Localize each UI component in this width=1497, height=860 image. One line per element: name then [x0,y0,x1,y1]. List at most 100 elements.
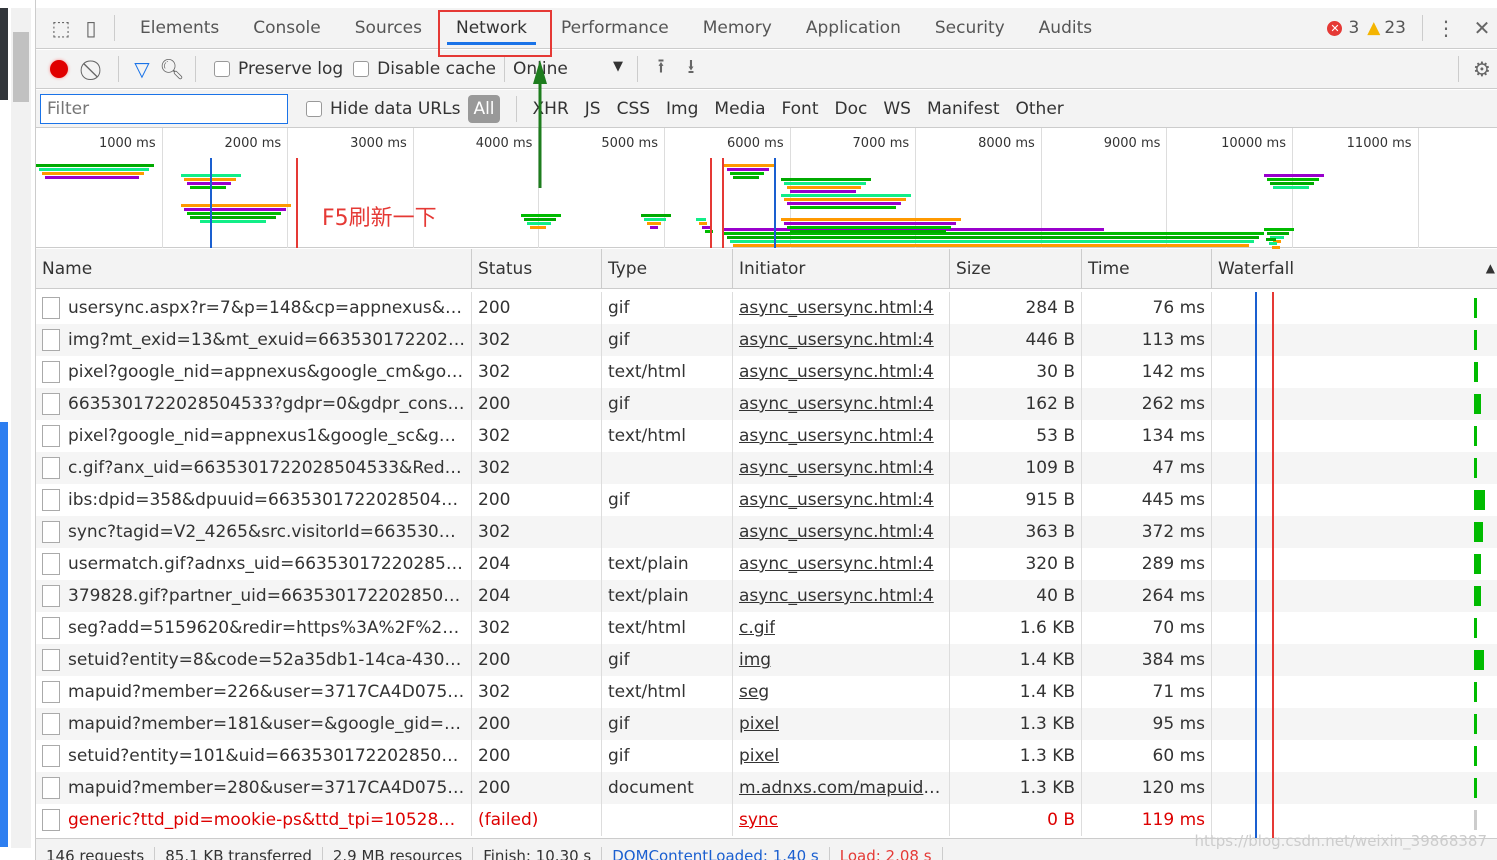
table-row[interactable]: 379828.gif?partner_uid=66353017220285045… [36,580,1497,612]
initiator-text[interactable]: async_usersync.html:4 [739,458,934,478]
cell-initiator[interactable]: async_usersync.html:4 [732,548,949,580]
close-icon[interactable]: ✕ [1467,13,1497,43]
initiator-text[interactable]: async_usersync.html:4 [739,586,934,606]
table-row[interactable]: pixel?google_nid=appnexus1&google_sc&goo… [36,420,1497,452]
tab-application[interactable]: Application [789,8,918,48]
cell-initiator[interactable]: img [732,644,949,676]
cell-initiator[interactable]: async_usersync.html:4 [732,452,949,484]
column-header-waterfall[interactable]: Waterfall [1211,249,1497,288]
filter-type-all[interactable]: All [468,94,500,123]
table-row[interactable]: setuid?entity=8&code=52a35db1-14ca-4300-… [36,644,1497,676]
inspect-element-icon[interactable]: ⬚ [46,13,76,43]
cell-initiator[interactable]: async_usersync.html:4 [732,292,949,324]
hide-data-urls-checkbox[interactable] [306,100,322,117]
filter-type-doc[interactable]: Doc [835,99,868,119]
tab-memory[interactable]: Memory [686,8,789,48]
column-header-status[interactable]: Status [471,249,601,288]
initiator-text[interactable]: async_usersync.html:4 [739,554,934,574]
tab-security[interactable]: Security [918,8,1022,48]
page-scrollbar[interactable] [11,8,31,848]
initiator-text[interactable]: async_usersync.html:4 [739,330,934,350]
initiator-text[interactable]: async_usersync.html:4 [739,426,934,446]
table-row[interactable]: ibs:dpid=358&dpuuid=6635301722028504533 2… [36,484,1497,516]
filter-input[interactable] [40,93,288,124]
initiator-text[interactable]: c.gif [739,618,775,638]
initiator-text[interactable]: async_usersync.html:4 [739,490,934,510]
preserve-log-label[interactable]: Preserve log [238,59,343,79]
initiator-text[interactable]: pixel [739,714,779,734]
error-icon[interactable]: ✕ [1327,20,1343,36]
preserve-log-checkbox[interactable] [214,61,230,77]
cell-initiator[interactable]: async_usersync.html:4 [732,580,949,612]
initiator-text[interactable]: async_usersync.html:4 [739,394,934,414]
table-row[interactable]: mapuid?member=181&user=&google_gid=CA...… [36,708,1497,740]
hide-data-urls-label[interactable]: Hide data URLs [330,99,460,119]
filter-type-img[interactable]: Img [666,99,698,119]
initiator-text[interactable]: pixel [739,746,779,766]
disable-cache-checkbox[interactable] [353,61,370,77]
page-scrollbar-thumb[interactable] [13,32,29,102]
cell-initiator[interactable]: async_usersync.html:4 [732,324,949,356]
initiator-text[interactable]: m.adnxs.com/mapuid?... [739,778,943,798]
tab-performance[interactable]: Performance [544,8,686,48]
cell-initiator[interactable]: m.adnxs.com/mapuid?... [732,772,949,804]
import-har-icon[interactable]: ⭱ [646,54,676,84]
filter-type-ws[interactable]: WS [883,99,911,119]
device-toolbar-icon[interactable]: ▯ [76,13,106,43]
cell-initiator[interactable]: sync [732,804,949,836]
sort-ascending-icon[interactable]: ▲ [1486,261,1495,275]
filter-type-media[interactable]: Media [714,99,765,119]
cell-initiator[interactable]: pixel [732,708,949,740]
table-row[interactable]: mapuid?member=226&user=3717CA4D075E68...… [36,676,1497,708]
filter-type-other[interactable]: Other [1016,99,1064,119]
table-row[interactable]: c.gif?anx_uid=6635301722028504533&Red3=M… [36,452,1497,484]
table-row[interactable]: seg?add=5159620&redir=https%3A%2F%2Fm.a.… [36,612,1497,644]
filter-type-font[interactable]: Font [781,99,818,119]
filter-type-manifest[interactable]: Manifest [927,99,1000,119]
record-button[interactable] [44,54,74,84]
cell-initiator[interactable]: async_usersync.html:4 [732,388,949,420]
gear-icon[interactable]: ⚙ [1467,54,1497,84]
cell-initiator[interactable]: async_usersync.html:4 [732,420,949,452]
tab-sources[interactable]: Sources [338,8,439,48]
column-header-size[interactable]: Size [949,249,1081,288]
cell-initiator[interactable]: seg [732,676,949,708]
tab-audits[interactable]: Audits [1022,8,1109,48]
table-row[interactable]: sync?tagid=V2_4265&src.visitorId=6635301… [36,516,1497,548]
column-header-initiator[interactable]: Initiator [732,249,949,288]
initiator-text[interactable]: async_usersync.html:4 [739,522,934,542]
cell-initiator[interactable]: async_usersync.html:4 [732,516,949,548]
cell-initiator[interactable]: pixel [732,740,949,772]
cell-initiator[interactable]: async_usersync.html:4 [732,484,949,516]
export-har-icon[interactable]: ⭳ [676,54,706,84]
error-count[interactable]: 3 [1348,18,1359,38]
initiator-text[interactable]: img [739,650,771,670]
table-row[interactable]: pixel?google_nid=appnexus&google_cm&goog… [36,356,1497,388]
table-row[interactable]: mapuid?member=280&user=3717CA4D075E68...… [36,772,1497,804]
search-icon[interactable]: 🔍︎ [157,54,187,84]
filter-icon[interactable]: ▽ [127,54,157,84]
cell-initiator[interactable]: c.gif [732,612,949,644]
more-options-icon[interactable]: ⋮ [1431,13,1461,43]
table-row[interactable]: usermatch.gif?adnxs_uid=6635301722028504… [36,548,1497,580]
warning-count[interactable]: 23 [1384,18,1406,38]
clear-icon[interactable]: ⃠ [80,54,110,84]
network-overview[interactable]: 1000 ms 2000 ms 3000 ms 4000 ms 5000 ms 6000 … [36,128,1497,253]
tab-elements[interactable]: Elements [123,8,236,48]
column-header-name[interactable]: Name [36,249,471,288]
table-row[interactable]: 6635301722028504533?gdpr=0&gdpr_consent=… [36,388,1497,420]
disable-cache-label[interactable]: Disable cache [377,59,496,79]
filter-type-css[interactable]: CSS [617,99,650,119]
column-header-time[interactable]: Time [1081,249,1211,288]
table-row[interactable]: img?mt_exid=13&mt_exuid=663530172202850.… [36,324,1497,356]
table-row[interactable]: usersync.aspx?r=7&p=148&cp=appnexus&cu=.… [36,292,1497,324]
cell-initiator[interactable]: async_usersync.html:4 [732,356,949,388]
initiator-text[interactable]: async_usersync.html:4 [739,362,934,382]
warning-icon[interactable]: ▲ [1367,18,1380,38]
initiator-text[interactable]: async_usersync.html:4 [739,298,934,318]
initiator-text[interactable]: sync [739,810,778,830]
filter-type-js[interactable]: JS [585,99,601,119]
column-header-type[interactable]: Type [601,249,732,288]
initiator-text[interactable]: seg [739,682,769,702]
table-row[interactable]: setuid?entity=101&uid=663530172202850453… [36,740,1497,772]
